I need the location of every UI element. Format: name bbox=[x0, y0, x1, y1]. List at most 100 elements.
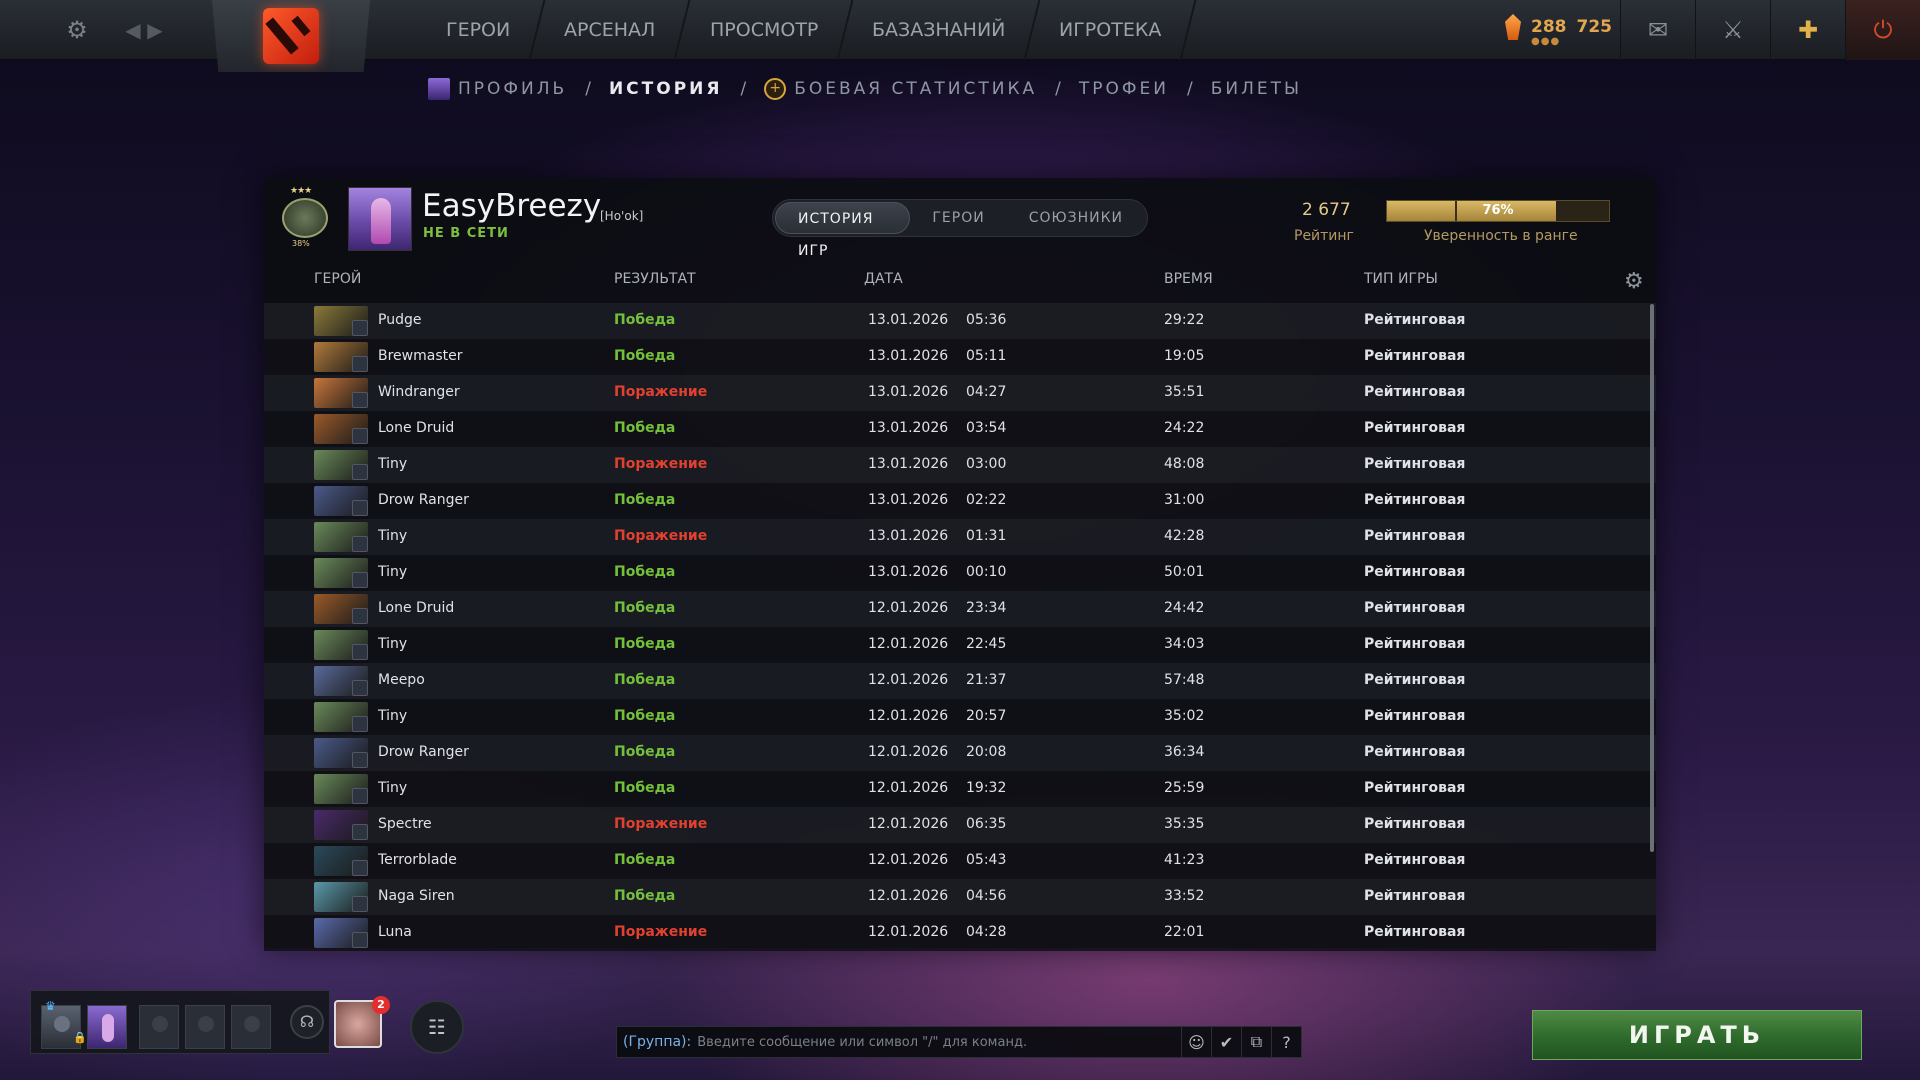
header-hero[interactable]: ГЕРОЙ bbox=[314, 271, 361, 287]
subnav-trophies[interactable]: ТРОФЕИ bbox=[1079, 79, 1169, 99]
table-row[interactable]: Tiny Победа 12.01.2026 20:57 35:02 Рейтингова… bbox=[264, 699, 1656, 735]
medal-stars: ★★★ bbox=[290, 186, 312, 196]
table-row[interactable]: Tiny Поражение 13.01.2026 01:31 42:28 Рейтинг… bbox=[264, 519, 1656, 555]
table-row[interactable]: Tiny Победа 13.01.2026 00:10 50:01 Рейтингова… bbox=[264, 555, 1656, 591]
table-row[interactable]: Terrorblade Победа 12.01.2026 05:43 41:23 Рей… bbox=[264, 843, 1656, 879]
inventory-icon[interactable]: ⚔ bbox=[1695, 0, 1770, 60]
voice-chat-headset-icon[interactable]: ☊ bbox=[290, 1005, 324, 1039]
table-row[interactable]: Spectre Поражение 12.01.2026 06:35 35:35 Рейт… bbox=[264, 807, 1656, 843]
hero-name: Windranger bbox=[378, 384, 460, 400]
table-row[interactable]: Drow Ranger Победа 13.01.2026 02:22 31:00 Рей… bbox=[264, 483, 1656, 519]
match-list-scrollbar[interactable] bbox=[1650, 304, 1654, 852]
friends-icon[interactable]: ☷ bbox=[410, 1000, 464, 1054]
hero-role-badge-icon bbox=[352, 464, 368, 480]
match-duration: 34:03 bbox=[1164, 636, 1205, 652]
nav-knowledge-base[interactable]: БАЗАЗНАНИЙ bbox=[838, 0, 1041, 60]
power-icon[interactable]: ⏻ bbox=[1845, 0, 1920, 60]
nav-heroes[interactable]: ГЕРОИ bbox=[412, 0, 546, 60]
dota-logo-button[interactable] bbox=[212, 0, 370, 72]
match-date: 12.01.2026 bbox=[868, 600, 949, 616]
table-row[interactable]: Tiny Поражение 13.01.2026 03:00 48:08 Рейтинг… bbox=[264, 447, 1656, 483]
match-history-panel: ★★★ 38% EasyBreezy [Ho'ok] НЕ В СЕТИ ИСТ… bbox=[264, 178, 1656, 951]
match-duration: 31:00 bbox=[1164, 492, 1205, 508]
match-result: Победа bbox=[614, 564, 676, 580]
match-game-type: Рейтинговая bbox=[1364, 528, 1466, 544]
table-row[interactable]: Pudge Победа 13.01.2026 05:36 29:22 Рейтингов… bbox=[264, 303, 1656, 339]
table-row[interactable]: Brewmaster Победа 13.01.2026 05:11 19:05 Рейт… bbox=[264, 339, 1656, 375]
nav-arcade[interactable]: ИГРОТЕКА bbox=[1025, 0, 1198, 60]
subnav-battle-stats[interactable]: БОЕВАЯ СТАТИСТИКА bbox=[794, 79, 1037, 99]
play-button[interactable]: ИГРАТЬ bbox=[1532, 1010, 1862, 1060]
match-result: Поражение bbox=[614, 816, 708, 832]
dota-plus-icon[interactable]: ✚ bbox=[1770, 0, 1845, 60]
nav-watch[interactable]: ПРОСМОТР bbox=[676, 0, 854, 60]
tab-heroes[interactable]: ГЕРОИ bbox=[910, 202, 1006, 234]
profile-avatar-icon bbox=[428, 78, 450, 100]
hero-name: Naga Siren bbox=[378, 888, 455, 904]
subnav-profile[interactable]: ПРОФИЛЬ bbox=[458, 79, 567, 99]
match-time: 21:37 bbox=[966, 672, 1007, 688]
hero-role-badge-icon bbox=[352, 428, 368, 444]
player-avatar[interactable] bbox=[348, 187, 412, 251]
subnav-history[interactable]: ИСТОРИЯ bbox=[609, 79, 723, 99]
match-date: 12.01.2026 bbox=[868, 636, 949, 652]
table-row[interactable]: Tiny Победа 12.01.2026 19:32 25:59 Рейтингова… bbox=[264, 771, 1656, 807]
gear-icon[interactable]: ⚙ bbox=[62, 15, 92, 45]
match-game-type: Рейтинговая bbox=[1364, 780, 1466, 796]
ready-check-icon[interactable]: ✔ bbox=[1211, 1027, 1241, 1057]
mail-icon[interactable]: ✉ bbox=[1620, 0, 1695, 60]
rank-medal-icon bbox=[282, 198, 328, 238]
top-bar: ⚙ ◀ ▶ ГЕРОИ АРСЕНАЛ ПРОСМОТР БАЗАЗНАНИЙ … bbox=[0, 0, 1920, 72]
help-icon[interactable]: ? bbox=[1271, 1027, 1301, 1057]
table-row[interactable]: Tiny Победа 12.01.2026 22:45 34:03 Рейтингова… bbox=[264, 627, 1656, 663]
rank-medal[interactable]: ★★★ 38% bbox=[278, 186, 332, 248]
match-result: Поражение bbox=[614, 456, 708, 472]
tab-match-history[interactable]: ИСТОРИЯ ИГР bbox=[775, 202, 911, 259]
match-date: 12.01.2026 bbox=[868, 780, 949, 796]
party-slot-empty[interactable] bbox=[185, 1005, 225, 1049]
table-row[interactable]: Naga Siren Победа 12.01.2026 04:56 33:52 Рейт… bbox=[264, 879, 1656, 915]
player-guild-tag[interactable]: [Ho'ok] bbox=[600, 209, 643, 223]
currency-display[interactable]: 288 ●●● 725 bbox=[1505, 14, 1612, 47]
match-result: Победа bbox=[614, 420, 676, 436]
match-date: 13.01.2026 bbox=[868, 564, 949, 580]
table-row[interactable]: Luna Поражение 12.01.2026 04:28 22:01 Рейтинг… bbox=[264, 915, 1656, 951]
match-game-type: Рейтинговая bbox=[1364, 744, 1466, 760]
table-row[interactable]: Drow Ranger Победа 12.01.2026 20:08 36:34 Рей… bbox=[264, 735, 1656, 771]
match-date: 12.01.2026 bbox=[868, 924, 949, 940]
chat-input[interactable] bbox=[697, 1034, 1181, 1050]
table-row[interactable]: Lone Druid Победа 13.01.2026 03:54 24:22 Рейт… bbox=[264, 411, 1656, 447]
header-duration[interactable]: ВРЕМЯ bbox=[1164, 271, 1213, 287]
match-time: 04:27 bbox=[966, 384, 1007, 400]
match-time: 22:45 bbox=[966, 636, 1007, 652]
subnav-tickets[interactable]: БИЛЕТЫ bbox=[1211, 79, 1302, 99]
header-game-type[interactable]: ТИП ИГРЫ bbox=[1364, 271, 1438, 287]
chat-channel-label[interactable]: (Группа): bbox=[623, 1034, 691, 1050]
forward-arrow-icon[interactable]: ▶ bbox=[140, 15, 170, 45]
dota-plus-icon: + bbox=[764, 78, 787, 100]
party-slot-empty[interactable] bbox=[231, 1005, 271, 1049]
shard-icon bbox=[1505, 14, 1521, 40]
match-duration: 22:01 bbox=[1164, 924, 1205, 940]
table-row[interactable]: Lone Druid Победа 12.01.2026 23:34 24:42 Рейт… bbox=[264, 591, 1656, 627]
header-date[interactable]: ДАТА bbox=[864, 271, 903, 287]
main-nav: ГЕРОИ АРСЕНАЛ ПРОСМОТР БАЗАЗНАНИЙ ИГРОТЕ… bbox=[412, 0, 1198, 60]
match-result: Победа bbox=[614, 852, 676, 868]
party-slot-self[interactable] bbox=[87, 1005, 127, 1049]
match-result: Поражение bbox=[614, 384, 708, 400]
medal-percent: 38% bbox=[292, 239, 310, 248]
match-game-type: Рейтинговая bbox=[1364, 852, 1466, 868]
header-result[interactable]: РЕЗУЛЬТАТ bbox=[614, 271, 696, 287]
table-row[interactable]: Meepo Победа 12.01.2026 21:37 57:48 Рейтингов… bbox=[264, 663, 1656, 699]
hero-role-badge-icon bbox=[352, 680, 368, 696]
table-row[interactable]: Windranger Поражение 13.01.2026 04:27 35:51 Р… bbox=[264, 375, 1656, 411]
shards-count: 288 bbox=[1531, 17, 1567, 37]
party-slot-empty[interactable] bbox=[139, 1005, 179, 1049]
chat-popout-icon[interactable]: ⧉ bbox=[1241, 1027, 1271, 1057]
table-settings-gear-icon[interactable]: ⚙ bbox=[1624, 269, 1644, 294]
match-date: 13.01.2026 bbox=[868, 312, 949, 328]
nav-armory[interactable]: АРСЕНАЛ bbox=[530, 0, 692, 60]
tab-allies[interactable]: СОЮЗНИКИ bbox=[1007, 202, 1145, 234]
match-result: Победа bbox=[614, 636, 676, 652]
emoticon-icon[interactable]: ☺ bbox=[1181, 1027, 1211, 1057]
